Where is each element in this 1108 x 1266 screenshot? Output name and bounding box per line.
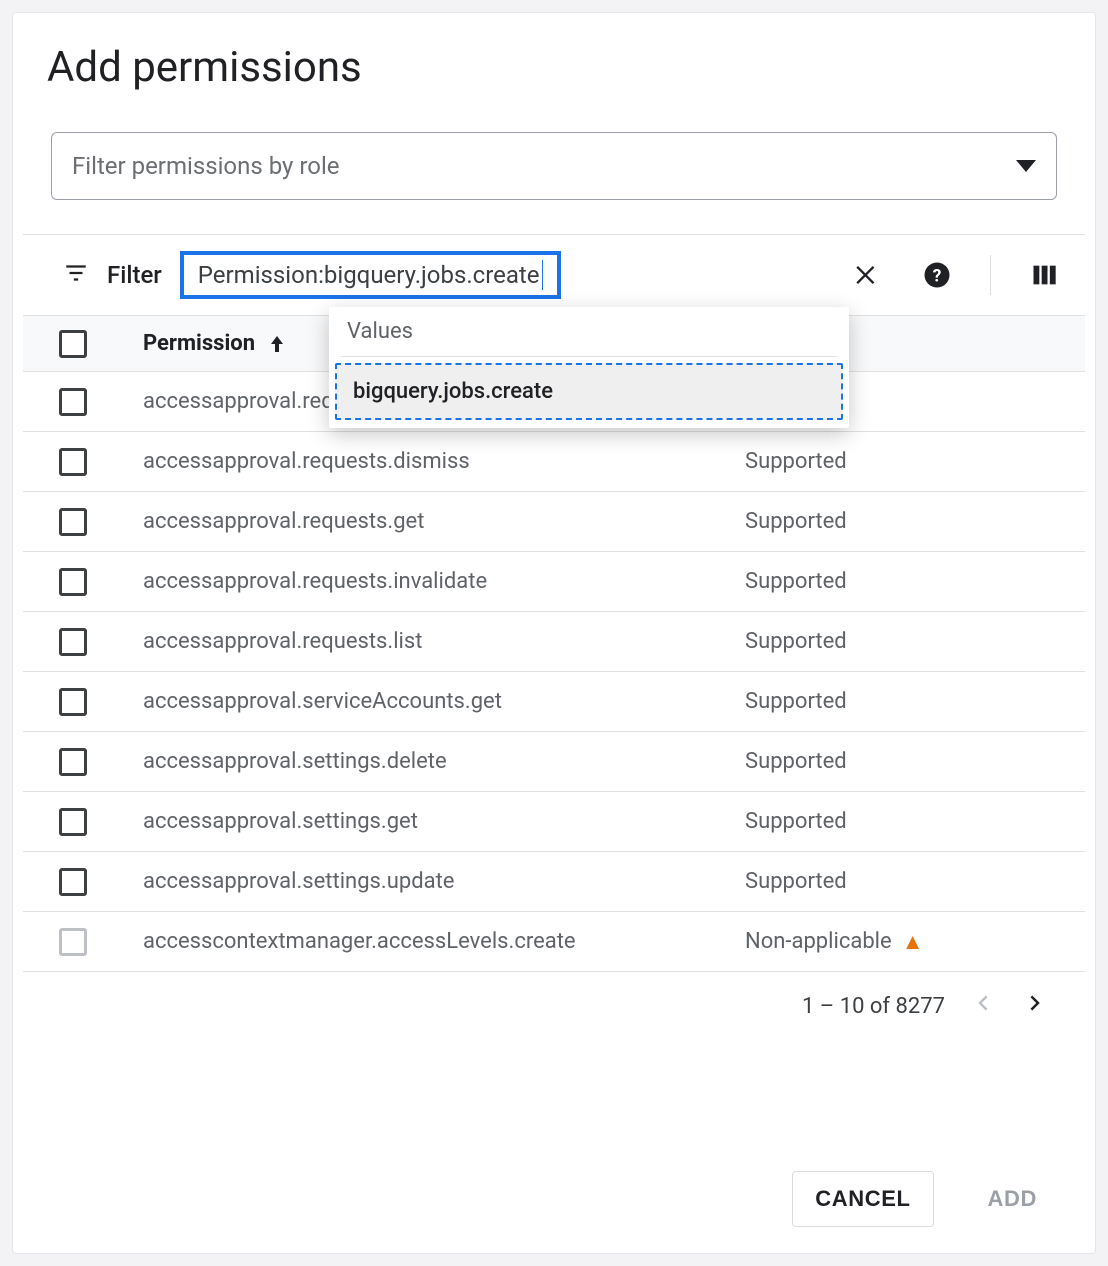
table-row: accessapproval.settings.updateSupported [23,852,1085,912]
row-checkbox-cell [59,928,143,956]
permission-name: accessapproval.settings.get [143,809,745,834]
row-checkbox[interactable] [59,748,87,776]
close-icon [853,261,881,289]
row-checkbox-cell [59,448,143,476]
permission-name: accessapproval.requests.invalidate [143,569,745,594]
permission-status: Supported [745,869,1085,894]
pager-prev-button[interactable] [965,988,999,1024]
divider [341,356,837,357]
select-all-checkbox[interactable] [59,330,87,358]
help-icon: ? [922,260,952,290]
row-checkbox-cell [59,748,143,776]
permission-status: Supported [745,629,1085,654]
role-filter-placeholder: Filter permissions by role [72,152,340,180]
permission-name: accessapproval.requests.list [143,629,745,654]
table-body: accessapproval.requests.approveSupported… [23,372,1085,972]
clear-filter-button[interactable] [850,258,884,292]
filter-label: Filter [107,261,162,289]
vertical-separator [990,255,991,295]
row-checkbox-cell [59,868,143,896]
table-row: accessapproval.requests.invalidateSuppor… [23,552,1085,612]
row-checkbox-cell [59,628,143,656]
permission-name: accessapproval.settings.update [143,869,745,894]
row-checkbox[interactable] [59,448,87,476]
row-checkbox[interactable] [59,928,87,956]
chevron-right-icon [1021,988,1051,1018]
permission-status: Supported [745,509,1085,534]
warning-icon: ▲ [902,929,924,955]
row-checkbox[interactable] [59,808,87,836]
filter-icon [63,260,89,290]
permission-name: accessapproval.requests.dismiss [143,449,745,474]
dialog-footer: CANCEL ADD [792,1171,1059,1227]
row-checkbox-cell [59,808,143,836]
table-row: accessapproval.requests.listSupported [23,612,1085,672]
suggestion-option[interactable]: bigquery.jobs.create [335,363,843,420]
role-filter-dropdown[interactable]: Filter permissions by role [51,132,1057,200]
dialog-title: Add permissions [47,43,1085,92]
row-checkbox[interactable] [59,688,87,716]
row-checkbox-cell [59,688,143,716]
table-row: accessapproval.settings.getSupported [23,792,1085,852]
permission-status: Supported [745,569,1085,594]
row-checkbox[interactable] [59,508,87,536]
pager-next-button[interactable] [1019,988,1053,1024]
column-options-button[interactable] [1027,258,1061,292]
table-row: accessapproval.requests.getSupported [23,492,1085,552]
chevron-left-icon [967,988,997,1018]
permission-status: Supported [745,689,1085,714]
filter-bar: Filter Permission:bigquery.jobs.create ? [23,235,1085,315]
pager-range: 1 – 10 of 8277 [802,994,945,1019]
table-pager: 1 – 10 of 8277 [23,972,1085,1024]
filter-chip[interactable]: Permission:bigquery.jobs.create [180,251,561,299]
help-button[interactable]: ? [920,258,954,292]
add-permissions-dialog: Add permissions Filter permissions by ro… [12,12,1096,1254]
row-checkbox-cell [59,508,143,536]
permission-status: Supported [745,449,1085,474]
permission-name: accessapproval.settings.delete [143,749,745,774]
header-permission-label: Permission [143,331,255,356]
chevron-down-icon [1016,160,1036,172]
filter-toolbar: ? [850,255,1061,295]
permission-status: Non-applicable▲ [745,929,1085,955]
table-row: accessapproval.serviceAccounts.getSuppor… [23,672,1085,732]
svg-text:?: ? [933,266,942,286]
header-checkbox-cell [59,330,143,358]
filter-chip-text: Permission:bigquery.jobs.create [198,261,540,289]
table-row: accessapproval.requests.dismissSupported [23,432,1085,492]
row-checkbox-cell [59,388,143,416]
row-checkbox-cell [59,568,143,596]
row-checkbox[interactable] [59,628,87,656]
cancel-button[interactable]: CANCEL [792,1171,933,1227]
text-cursor [542,260,543,290]
permission-name: accessapproval.requests.get [143,509,745,534]
permission-status: Supported [745,749,1085,774]
row-checkbox[interactable] [59,388,87,416]
filter-section: Filter Permission:bigquery.jobs.create ? [23,234,1085,1024]
sort-asc-icon [265,332,289,356]
suggestion-header: Values [329,307,849,356]
permission-name: accessapproval.serviceAccounts.get [143,689,745,714]
table-row: accesscontextmanager.accessLevels.create… [23,912,1085,972]
add-button[interactable]: ADD [966,1172,1059,1226]
permission-status: Supported [745,809,1085,834]
row-checkbox[interactable] [59,868,87,896]
columns-icon [1030,261,1058,289]
permission-name: accesscontextmanager.accessLevels.create [143,929,745,954]
table-row: accessapproval.settings.deleteSupported [23,732,1085,792]
row-checkbox[interactable] [59,568,87,596]
filter-suggestion-popover: Values bigquery.jobs.create [329,307,849,428]
